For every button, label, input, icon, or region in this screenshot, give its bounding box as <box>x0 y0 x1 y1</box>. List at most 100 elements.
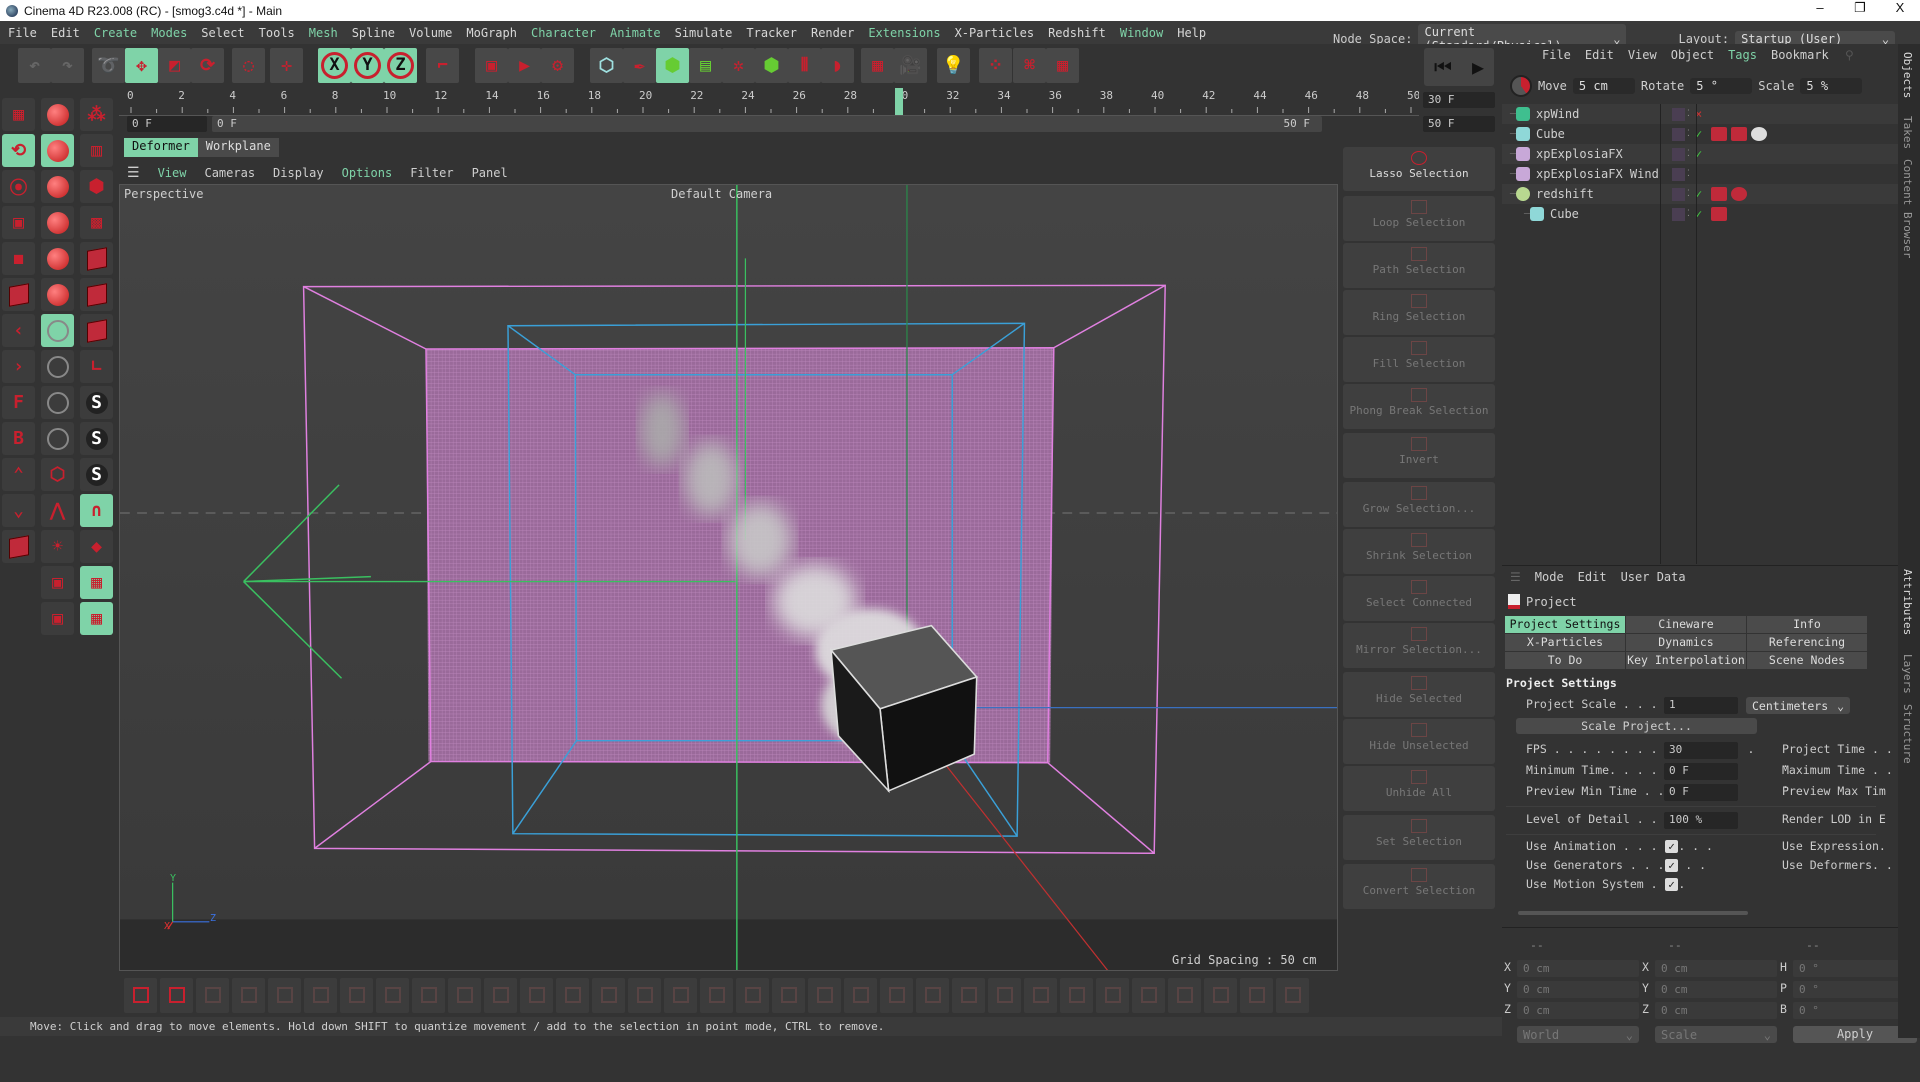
side-tab-content-browser[interactable]: Content Browser <box>1901 159 1914 258</box>
selection-set-selection-button[interactable]: Set Selection <box>1343 815 1495 860</box>
visibility-dots[interactable]: ⁚ <box>1687 150 1693 159</box>
sphere-button[interactable] <box>41 278 74 311</box>
project-scale-field[interactable]: 1 <box>1664 697 1738 714</box>
menu-window[interactable]: Window <box>1120 26 1163 40</box>
selection-phong-break-selection-button[interactable]: Phong Break Selection <box>1343 384 1495 429</box>
coordinate-system-button[interactable]: ⌐ <box>426 48 459 83</box>
current-frame-field[interactable]: 30 F <box>1423 92 1495 108</box>
slide-button[interactable] <box>556 978 589 1013</box>
snap-icon[interactable] <box>1510 75 1532 97</box>
selection-hide-selected-button[interactable]: Hide Selected <box>1343 672 1495 717</box>
horizontal-scrollbar[interactable] <box>1504 909 1880 917</box>
field-input[interactable]: 30 <box>1664 742 1738 759</box>
b-button[interactable]: B <box>2 422 35 455</box>
tab-scene-nodes[interactable]: Scene Nodes <box>1747 652 1868 669</box>
ik-button[interactable]: ⋀ <box>41 494 74 527</box>
menu-view[interactable]: View <box>1628 48 1657 62</box>
weight-button[interactable] <box>1168 978 1201 1013</box>
light-button[interactable]: ☀ <box>41 530 74 563</box>
side-tab-takes[interactable]: Takes <box>1901 116 1914 149</box>
globe-button[interactable] <box>41 314 74 347</box>
selection-invert-button[interactable]: Invert <box>1343 433 1495 478</box>
lock-grid-button[interactable]: ▦ <box>80 566 113 599</box>
symmetry-button[interactable]: ⫴ <box>788 48 821 83</box>
tab-project-settings[interactable]: Project Settings <box>1505 616 1626 633</box>
selection-shrink-selection-button[interactable]: Shrink Selection <box>1343 529 1495 574</box>
selection-ring-selection-button[interactable]: Ring Selection <box>1343 290 1495 335</box>
menu-bookmarks[interactable]: Bookmark <box>1771 48 1831 62</box>
hamburger-icon[interactable]: ☰ <box>127 165 140 181</box>
extrude-button[interactable] <box>304 978 337 1013</box>
reverse-button[interactable] <box>1060 978 1093 1013</box>
right-arrow-button[interactable]: › <box>2 350 35 383</box>
selection-grow-selection-button[interactable]: Grow Selection... <box>1343 482 1495 527</box>
texture-mode-button[interactable]: ▥ <box>80 134 113 167</box>
menu-user-data[interactable]: User Data <box>1621 570 1686 584</box>
layer-swatch[interactable] <box>1672 147 1685 161</box>
world-axis-button[interactable]: ✛ <box>270 48 303 83</box>
tab-dynamics[interactable]: Dynamics <box>1626 634 1747 651</box>
floor-button[interactable]: ▦ <box>861 48 894 83</box>
weld-button[interactable] <box>700 978 733 1013</box>
plane-cut-button[interactable] <box>484 978 517 1013</box>
grid-button[interactable]: ▦ <box>80 602 113 635</box>
globe-on-button[interactable] <box>41 386 74 419</box>
f-button[interactable]: F <box>2 386 35 419</box>
knife-button[interactable] <box>232 978 265 1013</box>
melt-button[interactable] <box>628 978 661 1013</box>
triangulate-button[interactable] <box>952 978 985 1013</box>
selection-unhide-all-button[interactable]: Unhide All <box>1343 766 1495 811</box>
menu-volume[interactable]: Volume <box>409 26 452 40</box>
material-tag-icon[interactable] <box>1711 207 1727 221</box>
move-button[interactable]: ✥ <box>125 48 158 83</box>
display-tag-icon[interactable] <box>1711 127 1727 141</box>
light-button[interactable]: 💡 <box>937 48 970 83</box>
field-input[interactable]: 0 F <box>1664 763 1738 780</box>
render-settings-button[interactable]: ⚙ <box>541 48 574 83</box>
close-button[interactable]: X <box>1880 0 1920 16</box>
menu-create[interactable]: Create <box>94 26 137 40</box>
z-axis-button[interactable]: Z <box>384 48 417 83</box>
coord-mode-dropdown[interactable]: World ⌄ <box>1517 1026 1639 1043</box>
bevel-button[interactable] <box>376 978 409 1013</box>
menu-tracker[interactable]: Tracker <box>746 26 797 40</box>
menu-object[interactable]: Object <box>1671 48 1714 62</box>
selection-select-connected-button[interactable]: Select Connected <box>1343 576 1495 621</box>
y-axis-button[interactable]: Y <box>351 48 384 83</box>
axis-tool-button[interactable] <box>1096 978 1129 1013</box>
checkbox[interactable]: ✓ <box>1665 840 1678 853</box>
object-name[interactable]: redshift <box>1536 187 1666 201</box>
menu-options[interactable]: Options <box>342 166 393 180</box>
xp-system-button[interactable]: ⁘ <box>979 48 1012 83</box>
visibility-dots[interactable]: ⁚ <box>1687 210 1693 219</box>
layer-button[interactable]: ◆ <box>80 530 113 563</box>
tab-deformer[interactable]: Deformer <box>124 138 198 157</box>
cube-red-button[interactable] <box>80 314 113 347</box>
render-region-button[interactable]: ▣ <box>2 206 35 239</box>
s-white-button[interactable]: S <box>80 458 113 491</box>
x-axis-button[interactable]: X <box>318 48 351 83</box>
redo-button[interactable]: ↷ <box>51 48 84 83</box>
live-selection-button[interactable]: ➰ <box>92 48 125 83</box>
mirror-button[interactable] <box>808 978 841 1013</box>
grid-button[interactable] <box>196 978 229 1013</box>
dissolve-button[interactable] <box>592 978 625 1013</box>
menu-edit[interactable]: Edit <box>1578 570 1607 584</box>
deform-button[interactable] <box>1204 978 1237 1013</box>
object-row[interactable]: ─ Cube ⁚ ✓ <box>1502 124 1898 144</box>
side-tab-attributes[interactable]: Attributes <box>1901 569 1914 635</box>
xp-emitter-button[interactable]: ⌘ <box>1013 48 1046 83</box>
coord-field[interactable]: 0 ° <box>1793 960 1915 977</box>
globe-button[interactable] <box>41 350 74 383</box>
object-row[interactable]: ─ xpExplosiaFX Wind ⁚ <box>1502 164 1898 184</box>
xp-explosia-tag-icon[interactable] <box>1751 127 1767 141</box>
align-button[interactable] <box>1024 978 1057 1013</box>
smooth-button[interactable] <box>1240 978 1273 1013</box>
tab-referencing[interactable]: Referencing <box>1747 634 1868 651</box>
checkbox[interactable]: ✓ <box>1665 878 1678 891</box>
mograph-button[interactable]: ⬢ <box>755 48 788 83</box>
coord-field[interactable]: 0 cm <box>1517 1002 1639 1019</box>
psr-button[interactable]: ◌ <box>232 48 265 83</box>
end-frame-field[interactable]: 50 F <box>1423 116 1495 132</box>
menu-render[interactable]: Render <box>811 26 854 40</box>
